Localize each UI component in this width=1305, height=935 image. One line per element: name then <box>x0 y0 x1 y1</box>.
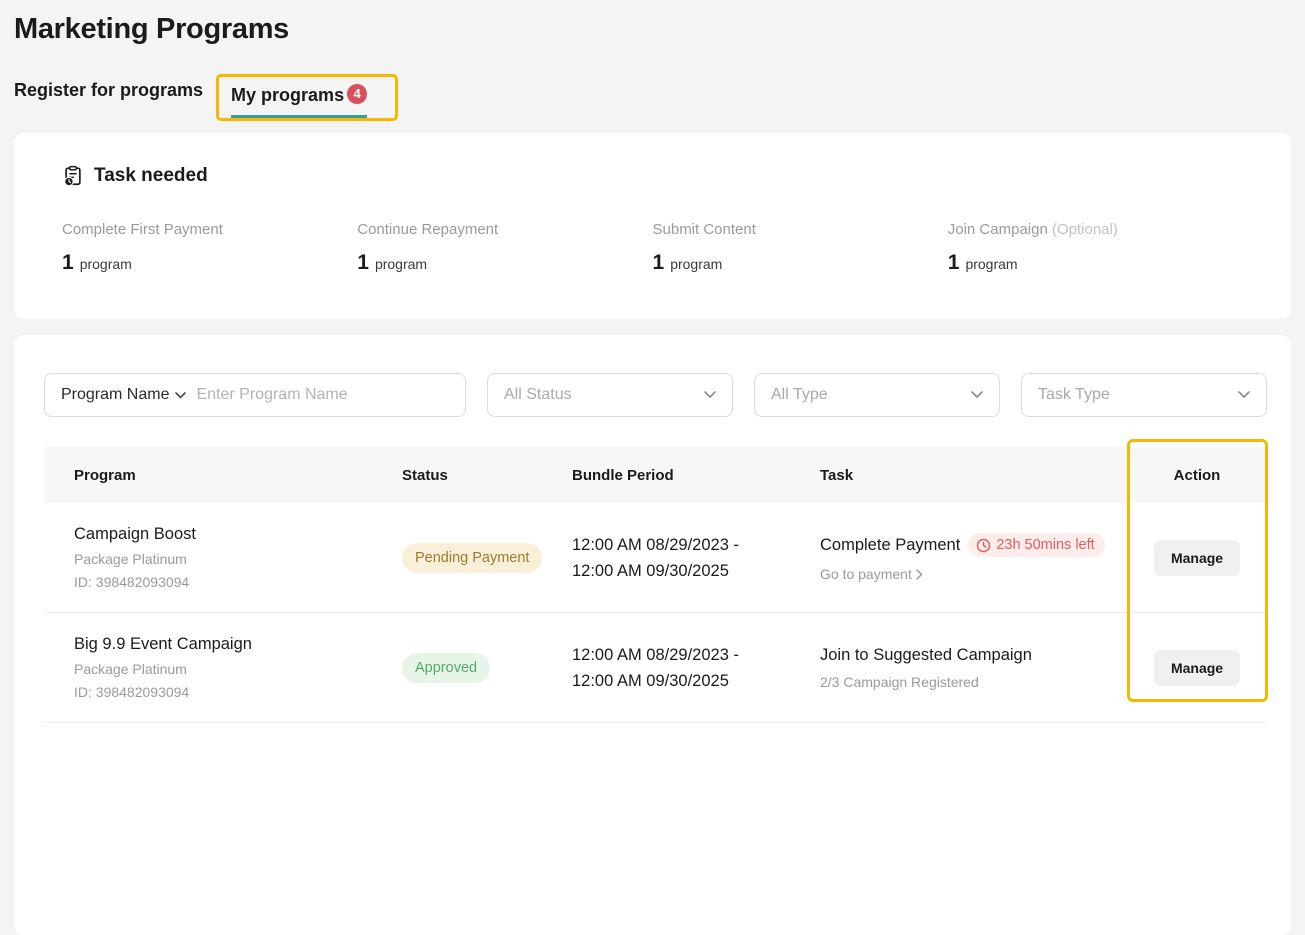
go-to-payment-link[interactable]: Go to payment <box>820 566 1127 582</box>
bundle-period-start: 12:00 AM 08/29/2023 - <box>572 532 820 558</box>
stat-complete-first-payment: Complete First Payment 1 program <box>62 221 357 275</box>
chevron-down-icon <box>175 392 186 399</box>
status-filter-value: All Status <box>504 386 572 404</box>
programs-table-card: Program Name All Status All Type Task Ty… <box>14 335 1291 935</box>
column-header-action: Action <box>1127 467 1267 484</box>
stat-count: 1 <box>62 251 74 275</box>
program-id: ID: 398482093094 <box>74 684 402 700</box>
chevron-right-icon <box>916 569 923 580</box>
stat-count: 1 <box>357 251 369 275</box>
tab-bar: Register for programs My programs 4 <box>14 74 1291 121</box>
annotation-highlight-box-tab: My programs 4 <box>216 74 398 121</box>
bundle-period-end: 12:00 AM 09/30/2025 <box>572 668 820 694</box>
bundle-period-end: 12:00 AM 09/30/2025 <box>572 558 820 584</box>
column-header-task: Task <box>820 467 1127 484</box>
notification-badge: 4 <box>347 84 367 104</box>
task-stats: Complete First Payment 1 program Continu… <box>62 221 1243 275</box>
tab-my-programs[interactable]: My programs 4 <box>231 85 367 118</box>
page-title: Marketing Programs <box>14 0 1291 46</box>
task-type-filter-value: Task Type <box>1038 386 1110 404</box>
status-filter-select[interactable]: All Status <box>487 373 733 417</box>
stat-unit: program <box>375 256 427 272</box>
tab-my-programs-label: My programs <box>231 85 344 106</box>
stat-label-optional: (Optional) <box>1052 221 1118 238</box>
stat-count: 1 <box>653 251 665 275</box>
tab-register-for-programs[interactable]: Register for programs <box>14 80 203 115</box>
stat-unit: program <box>670 256 722 272</box>
manage-button[interactable]: Manage <box>1154 650 1240 686</box>
countdown-text: 23h 50mins left <box>996 537 1094 553</box>
task-needed-header: Task needed <box>62 165 1243 187</box>
status-badge: Approved <box>402 653 490 683</box>
stat-join-campaign: Join Campaign (Optional) 1 program <box>948 221 1243 275</box>
table-header-row: Program Status Bundle Period Task Action <box>44 447 1267 503</box>
task-needed-title: Task needed <box>94 165 208 187</box>
stat-label: Continue Repayment <box>357 221 498 238</box>
task-type-filter-select[interactable]: Task Type <box>1021 373 1267 417</box>
clock-icon <box>976 538 991 553</box>
program-name-filter-dropdown[interactable]: Program Name <box>61 386 186 404</box>
stat-label: Submit Content <box>653 221 756 238</box>
filter-bar: Program Name All Status All Type Task Ty… <box>44 373 1267 417</box>
table-row: Campaign Boost Package Platinum ID: 3984… <box>44 503 1267 613</box>
task-title: Complete Payment <box>820 536 960 555</box>
stat-unit: program <box>965 256 1017 272</box>
programs-table: Program Status Bundle Period Task Action… <box>44 447 1267 723</box>
type-filter-value: All Type <box>771 386 828 404</box>
status-badge: Pending Payment <box>402 543 542 573</box>
task-needed-card: Task needed Complete First Payment 1 pro… <box>14 133 1291 319</box>
column-header-bundle-period: Bundle Period <box>572 467 820 484</box>
chevron-down-icon <box>1238 391 1250 399</box>
campaign-registered-progress: 2/3 Campaign Registered <box>820 674 1127 690</box>
program-name-filter: Program Name <box>44 373 466 417</box>
page-header: Marketing Programs Register for programs… <box>0 0 1305 121</box>
program-name-search-input[interactable] <box>194 385 449 405</box>
stat-continue-repayment: Continue Repayment 1 program <box>357 221 652 275</box>
bundle-period-start: 12:00 AM 08/29/2023 - <box>572 642 820 668</box>
countdown-badge: 23h 50mins left <box>968 533 1104 557</box>
chevron-down-icon <box>704 391 716 399</box>
column-header-program: Program <box>44 467 402 484</box>
table-row: Big 9.9 Event Campaign Package Platinum … <box>44 613 1267 723</box>
chevron-down-icon <box>971 391 983 399</box>
stat-label: Join Campaign <box>948 221 1048 238</box>
clipboard-clock-icon <box>62 165 84 187</box>
stat-unit: program <box>80 256 132 272</box>
stat-submit-content: Submit Content 1 program <box>653 221 948 275</box>
task-title: Join to Suggested Campaign <box>820 646 1032 665</box>
stat-count: 1 <box>948 251 960 275</box>
stat-label: Complete First Payment <box>62 221 223 238</box>
program-package: Package Platinum <box>74 551 402 567</box>
program-package: Package Platinum <box>74 661 402 677</box>
program-id: ID: 398482093094 <box>74 574 402 590</box>
manage-button[interactable]: Manage <box>1154 540 1240 576</box>
column-header-status: Status <box>402 467 572 484</box>
program-name: Big 9.9 Event Campaign <box>74 635 402 654</box>
type-filter-select[interactable]: All Type <box>754 373 1000 417</box>
program-name: Campaign Boost <box>74 525 402 544</box>
